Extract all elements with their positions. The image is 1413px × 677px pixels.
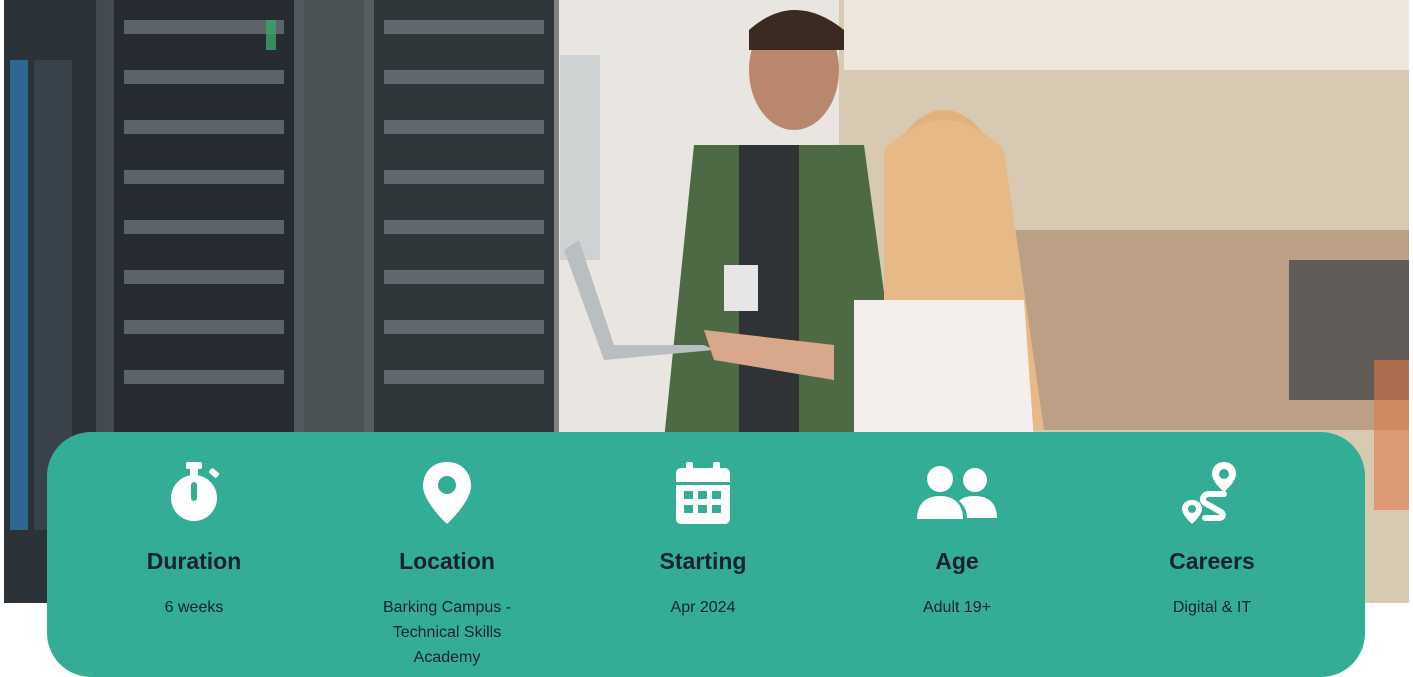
detail-value: Digital & IT: [1172, 599, 1252, 616]
course-details-panel: Duration 6 weeks Location Barking Campus…: [47, 432, 1365, 677]
detail-value: Adult 19+: [922, 599, 992, 616]
detail-value: 6 weeks: [164, 599, 224, 616]
stopwatch-icon: [152, 460, 236, 526]
detail-value: Barking Campus - Technical Skills Academ…: [382, 599, 512, 666]
detail-label: Careers: [1169, 548, 1255, 574]
route-icon: [1170, 460, 1254, 526]
detail-label: Location: [399, 548, 495, 574]
detail-label: Duration: [146, 548, 242, 574]
user-group-icon: [915, 460, 999, 526]
detail-value: Apr 2024: [670, 599, 736, 616]
calendar-icon: [661, 460, 745, 526]
detail-label: Age: [935, 548, 979, 574]
detail-label: Starting: [659, 548, 747, 574]
map-pin-icon: [405, 460, 489, 526]
